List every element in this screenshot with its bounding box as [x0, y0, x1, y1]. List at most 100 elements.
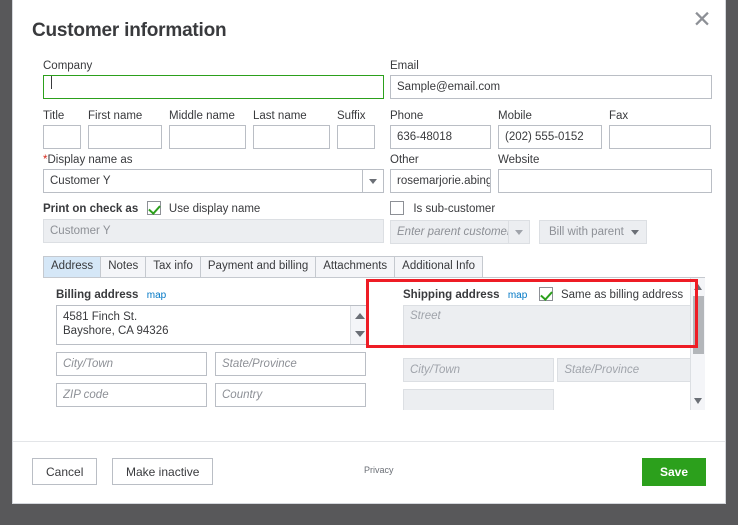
sub-customer-row: Is sub-customer [390, 201, 712, 215]
print-on-check-row: Print on check as Use display name [43, 201, 384, 215]
shipping-address-header: Shipping address map Same as billing add… [403, 287, 705, 301]
middle-name-field-wrap: Middle name [169, 110, 246, 149]
parent-customer-placeholder: Enter parent customer [390, 220, 508, 244]
chevron-down-icon [515, 230, 523, 235]
shipping-street-input [403, 305, 705, 348]
company-input[interactable] [43, 75, 384, 99]
bill-with-parent-label: Bill with parent [549, 226, 624, 238]
title-input[interactable] [43, 125, 81, 149]
display-name-label: *Display name as [43, 154, 384, 166]
other-input[interactable]: rosemarjorie.abing [390, 169, 491, 193]
mobile-input[interactable]: (202) 555-0152 [498, 125, 602, 149]
phone-label: Phone [390, 110, 491, 122]
is-sub-customer-label: Is sub-customer [413, 203, 495, 215]
tab-notes[interactable]: Notes [100, 256, 146, 277]
mobile-field-wrap: Mobile (202) 555-0152 [498, 110, 602, 149]
shipping-city-input [403, 358, 554, 382]
fax-label: Fax [609, 110, 711, 122]
dialog-footer: Cancel Make inactive Privacy Save [13, 441, 725, 503]
parent-customer-dropdown: Enter parent customer [390, 220, 530, 244]
last-name-label: Last name [253, 110, 330, 122]
first-name-label: First name [88, 110, 162, 122]
billing-city-state-row [56, 352, 368, 376]
fax-field-wrap: Fax [609, 110, 711, 149]
company-group: Company [43, 60, 384, 99]
suffix-input[interactable] [337, 125, 375, 149]
billing-city-input[interactable] [56, 352, 207, 376]
parent-controls-row: Enter parent customer Bill with parent [390, 220, 712, 244]
billing-state-input[interactable] [215, 352, 366, 376]
save-button[interactable]: Save [642, 458, 706, 486]
mobile-label: Mobile [498, 110, 602, 122]
title-field-wrap: Title [43, 110, 81, 149]
first-name-field-wrap: First name [88, 110, 162, 149]
billing-address-header: Billing address map [56, 287, 368, 301]
print-on-check-label: Print on check as [43, 203, 138, 215]
phone-field-wrap: Phone 636-48018 [390, 110, 491, 149]
is-sub-customer-checkbox[interactable] [390, 201, 404, 215]
billing-address-spinner[interactable] [350, 306, 367, 344]
tab-tax-info[interactable]: Tax info [145, 256, 201, 277]
billing-address-section: Billing address map 4581 Finch St. Baysh… [56, 287, 368, 407]
close-icon[interactable]: ✕ [689, 8, 715, 34]
address-scrollbar[interactable] [690, 278, 705, 410]
scroll-down-icon[interactable] [691, 394, 705, 408]
tab-payment-and-billing[interactable]: Payment and billing [200, 256, 316, 277]
title-label: Title [43, 110, 81, 122]
billing-address-title: Billing address [56, 289, 138, 301]
billing-map-link[interactable]: map [147, 290, 166, 301]
phone-group: Phone 636-48018 Mobile (202) 555-0152 Fa… [390, 110, 712, 149]
last-name-field-wrap: Last name [253, 110, 330, 149]
billing-address-line1: 4581 Finch St. [63, 310, 361, 324]
cancel-button[interactable]: Cancel [32, 458, 97, 485]
print-on-check-input: Customer Y [43, 219, 384, 243]
display-name-dropdown-button[interactable] [362, 169, 384, 193]
billing-zip-country-row [56, 383, 368, 407]
page-title: Customer information [32, 20, 226, 42]
middle-name-label: Middle name [169, 110, 246, 122]
middle-name-input[interactable] [169, 125, 246, 149]
tab-attachments[interactable]: Attachments [315, 256, 395, 277]
phone-input[interactable]: 636-48018 [390, 125, 491, 149]
display-name-dropdown[interactable]: Customer Y [43, 169, 384, 193]
other-website-group: Other rosemarjorie.abing Website [390, 154, 712, 193]
make-inactive-button[interactable]: Make inactive [112, 458, 213, 485]
suffix-label: Suffix [337, 110, 375, 122]
billing-country-input[interactable] [215, 383, 366, 407]
shipping-state-input [557, 358, 705, 382]
website-input[interactable] [498, 169, 712, 193]
bill-with-parent-dropdown: Bill with parent [539, 220, 647, 244]
scroll-up-icon[interactable] [691, 280, 705, 294]
chevron-down-icon [631, 230, 639, 235]
scrollbar-thumb[interactable] [693, 296, 704, 354]
suffix-field-wrap: Suffix [337, 110, 375, 149]
caret-up-icon [694, 284, 702, 290]
last-name-input[interactable] [253, 125, 330, 149]
website-field-wrap: Website [498, 154, 712, 193]
chevron-down-icon [369, 179, 377, 184]
parent-customer-dropdown-button [508, 220, 530, 244]
shipping-map-link[interactable]: map [508, 290, 527, 301]
email-label: Email [390, 60, 712, 72]
tab-address[interactable]: Address [43, 256, 101, 277]
caret-up-icon[interactable] [355, 313, 365, 319]
shipping-extra-input [403, 389, 554, 410]
shipping-address-section: Shipping address map Same as billing add… [403, 287, 705, 410]
tab-additional-info[interactable]: Additional Info [394, 256, 483, 277]
same-as-billing-label: Same as billing address [561, 289, 683, 301]
other-field-wrap: Other rosemarjorie.abing [390, 154, 491, 193]
same-as-billing-checkbox[interactable] [539, 287, 553, 301]
display-name-group: *Display name as Customer Y [43, 154, 384, 193]
billing-street-input[interactable]: 4581 Finch St. Bayshore, CA 94326 [56, 305, 368, 345]
email-input[interactable]: Sample@email.com [390, 75, 712, 99]
fax-input[interactable] [609, 125, 711, 149]
privacy-link[interactable]: Privacy [364, 465, 394, 475]
use-display-name-checkbox[interactable] [147, 201, 161, 215]
caret-down-icon [694, 398, 702, 404]
other-label: Other [390, 154, 491, 166]
caret-down-icon[interactable] [355, 331, 365, 337]
sub-customer-group: Is sub-customer Enter parent customer Bi… [390, 201, 712, 244]
first-name-input[interactable] [88, 125, 162, 149]
print-on-check-group: Print on check as Use display name Custo… [43, 201, 384, 243]
billing-zip-input[interactable] [56, 383, 207, 407]
